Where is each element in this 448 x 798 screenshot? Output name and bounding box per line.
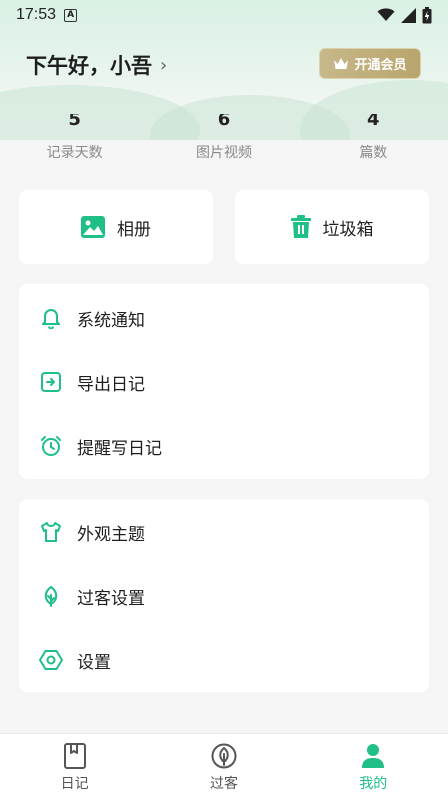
- tshirt-icon: [39, 520, 63, 544]
- wifi-icon: [377, 8, 395, 21]
- tab-mine[interactable]: 我的: [299, 734, 448, 798]
- export-icon: [39, 370, 63, 394]
- album-label: 相册: [117, 219, 151, 240]
- tab-guest[interactable]: 过客: [149, 734, 298, 798]
- image-icon: [81, 216, 105, 238]
- bottom-tab-bar: 日记 过客 我的: [0, 733, 448, 798]
- menu-item-guest-settings[interactable]: 过客设置: [19, 564, 429, 628]
- diary-book-icon: [63, 743, 86, 769]
- stat-value: 5: [68, 114, 81, 130]
- tab-label: 我的: [359, 776, 388, 792]
- menu-item-label: 导出日记: [77, 374, 145, 395]
- leaf-circle-icon: [211, 743, 237, 769]
- settings-icon: [39, 648, 63, 672]
- menu-group-settings: 外观主题 过客设置 设置: [19, 499, 429, 692]
- menu-item-label: 系统通知: [77, 310, 145, 331]
- crown-icon: [334, 57, 349, 69]
- menu-item-theme[interactable]: 外观主题: [19, 500, 429, 564]
- person-icon: [362, 744, 385, 768]
- vip-label: 开通会员: [354, 58, 407, 73]
- menu-group-general: 系统通知 导出日记 提醒写日记: [19, 284, 429, 479]
- alarm-clock-icon: [39, 434, 63, 458]
- stat-label: 记录天数: [46, 145, 103, 161]
- menu-item-label: 外观主题: [77, 524, 145, 545]
- stat-entries[interactable]: 4 篇数: [299, 114, 448, 174]
- tab-label: 过客: [209, 776, 238, 792]
- menu-item-notifications[interactable]: 系统通知: [19, 286, 429, 350]
- status-indicator-icon: A: [64, 8, 78, 22]
- tab-label: 日记: [60, 776, 89, 792]
- menu-item-reminder[interactable]: 提醒写日记: [19, 414, 429, 478]
- stat-label: 图片视频: [195, 145, 252, 161]
- stat-label: 篇数: [359, 145, 388, 161]
- battery-icon: [422, 6, 432, 23]
- menu-item-settings[interactable]: 设置: [19, 628, 429, 692]
- stat-value: 6: [217, 114, 231, 130]
- stats-row: 5 记录天数 6 图片视频 4 篇数: [0, 114, 448, 174]
- status-icons: [377, 6, 432, 24]
- signal-icon: [401, 7, 416, 23]
- menu-item-label: 提醒写日记: [77, 438, 162, 459]
- chevron-right-icon: ›: [160, 54, 168, 76]
- vip-button[interactable]: 开通会员: [319, 48, 421, 79]
- menu-item-label: 设置: [77, 652, 111, 673]
- bell-icon: [39, 306, 63, 330]
- album-card[interactable]: 相册: [19, 190, 213, 264]
- menu-item-export[interactable]: 导出日记: [19, 350, 429, 414]
- trash-card[interactable]: 垃圾箱: [235, 190, 429, 264]
- trash-icon: [290, 215, 311, 238]
- menu-item-label: 过客设置: [77, 588, 145, 609]
- status-bar: 17:53 A: [0, 0, 448, 30]
- trash-label: 垃圾箱: [322, 219, 374, 240]
- tab-diary[interactable]: 日记: [0, 734, 149, 798]
- stat-days[interactable]: 5 记录天数: [0, 114, 149, 174]
- stat-media[interactable]: 6 图片视频: [149, 114, 298, 174]
- status-time: 17:53: [16, 6, 57, 23]
- greeting-text: 下午好，小吾: [26, 54, 152, 78]
- leaf-icon: [39, 584, 63, 608]
- greeting-link[interactable]: 下午好，小吾 ›: [26, 50, 167, 80]
- stat-value: 4: [367, 114, 380, 130]
